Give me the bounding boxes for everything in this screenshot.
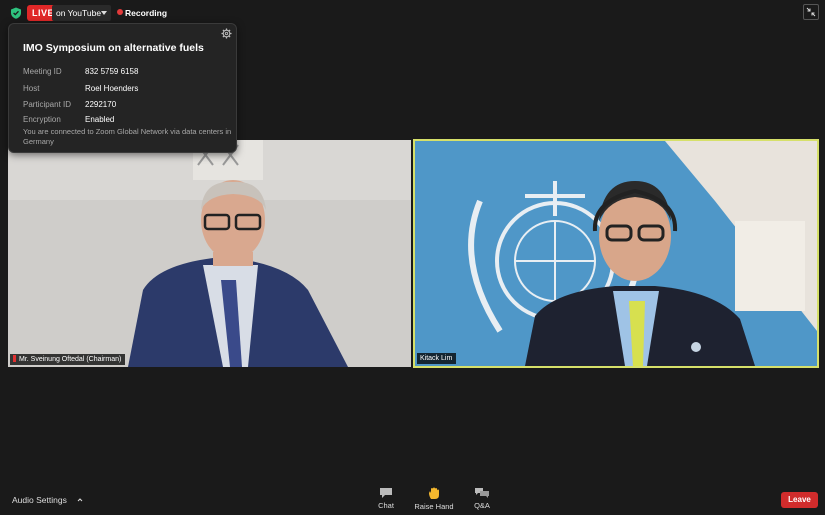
shield-icon[interactable] xyxy=(10,7,22,19)
collapse-view-button[interactable] xyxy=(803,4,819,20)
recording-label[interactable]: Recording xyxy=(125,5,167,21)
video-tile-active-speaker[interactable]: Kitack Lim xyxy=(413,139,819,368)
chevron-up-icon[interactable] xyxy=(77,497,83,503)
host-value: Roel Hoenders xyxy=(85,84,139,93)
participant-name-tag: Mr. Sveinung Oftedal (Chairman) xyxy=(10,354,126,365)
host-label: Host xyxy=(23,84,40,93)
dropdown-caret-icon[interactable] xyxy=(101,11,107,15)
video-tile-chairman[interactable]: Mr. Sveinung Oftedal (Chairman) xyxy=(8,140,411,367)
meeting-info-popup: IMO Symposium on alternative fuels Meeti… xyxy=(8,23,237,153)
leave-button[interactable]: Leave xyxy=(781,492,818,508)
qa-icon xyxy=(475,488,489,498)
meeting-id-label: Meeting ID xyxy=(23,67,62,76)
collapse-icon xyxy=(806,7,816,17)
participant-name: Kitack Lim xyxy=(420,355,453,362)
audio-settings-button[interactable]: Audio Settings xyxy=(12,495,67,505)
participant-name-tag: Kitack Lim xyxy=(417,353,457,364)
participant-id-value: 2292170 xyxy=(85,100,117,109)
participant-id-label: Participant ID xyxy=(23,100,72,109)
qa-button[interactable]: Q&A xyxy=(452,487,512,510)
video-feed-active-speaker xyxy=(415,141,817,366)
muted-mic-icon xyxy=(13,355,16,362)
participant-name: Mr. Sveinung Oftedal (Chairman) xyxy=(19,356,122,363)
chat-icon xyxy=(380,488,392,498)
video-feed-chairman xyxy=(8,140,411,367)
meeting-toolbar: Audio Settings Chat Raise Hand Q&A Leave xyxy=(0,485,825,515)
meeting-title: IMO Symposium on alternative fuels xyxy=(23,42,204,54)
top-bar: LIVE on YouTube Recording xyxy=(0,0,825,24)
qa-label: Q&A xyxy=(474,501,490,510)
stream-destination-label: on YouTube xyxy=(56,8,102,18)
recording-dot-icon xyxy=(117,9,123,15)
data-center-note: You are connected to Zoom Global Network… xyxy=(23,127,232,146)
gear-icon[interactable] xyxy=(221,28,232,39)
encryption-label: Encryption xyxy=(23,115,61,124)
raise-hand-icon xyxy=(429,487,439,499)
encryption-value: Enabled xyxy=(85,115,115,124)
meeting-id-value[interactable]: 832 5759 6158 xyxy=(85,67,138,76)
